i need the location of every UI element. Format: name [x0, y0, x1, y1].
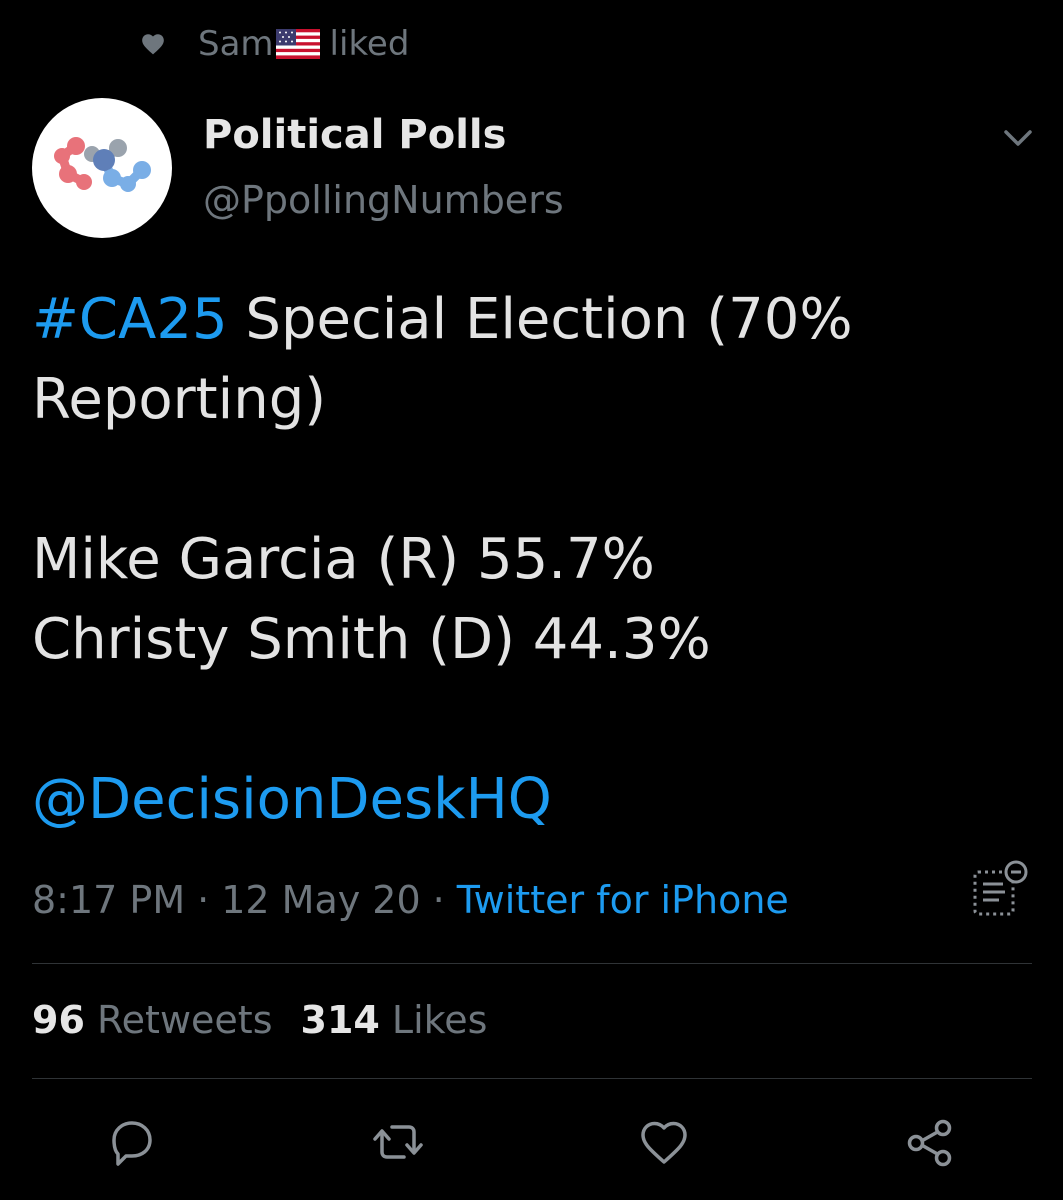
- reply-icon[interactable]: [104, 1114, 160, 1170]
- tweet-line-4: Christy Smith (D) 44.3%: [32, 607, 711, 672]
- tweet-source-link[interactable]: Twitter for iPhone: [457, 878, 789, 922]
- chevron-down-icon[interactable]: [996, 122, 1040, 154]
- social-context-action: liked: [329, 24, 410, 64]
- tweet-line-2: Reporting): [32, 367, 327, 432]
- tweet-line-1-text: Special Election (70%: [227, 287, 853, 352]
- divider: [32, 1078, 1032, 1079]
- like-icon[interactable]: [636, 1114, 692, 1170]
- share-icon[interactable]: [902, 1114, 958, 1170]
- tweet-text: #CA25 Special Election (70% Reporting) M…: [32, 280, 1032, 840]
- social-context-user[interactable]: Sam: [198, 24, 274, 64]
- mention-link[interactable]: @DecisionDeskHQ: [32, 767, 552, 832]
- tweet-time: 8:17 PM: [32, 878, 186, 922]
- likes-count: 314: [300, 998, 380, 1042]
- retweets-count: 96: [32, 998, 85, 1042]
- retweets-stat[interactable]: 96 Retweets: [32, 998, 273, 1042]
- tweet-meta: 8:17 PM · 12 May 20 · Twitter for iPhone: [32, 878, 789, 922]
- tweet-line-3: Mike Garcia (R) 55.7%: [32, 527, 655, 592]
- tweet-line-1: #CA25 Special Election (70%: [32, 280, 1032, 360]
- heart-icon: [142, 34, 164, 55]
- author-name[interactable]: Political Polls: [203, 112, 506, 158]
- avatar[interactable]: [32, 98, 172, 238]
- social-context: Sam liked: [140, 22, 409, 66]
- meta-separator: ·: [432, 878, 445, 922]
- likes-label: Likes: [391, 998, 488, 1042]
- tweet-date: 12 May 20: [221, 878, 421, 922]
- divider: [32, 963, 1032, 964]
- likes-stat[interactable]: 314 Likes: [301, 998, 488, 1042]
- retweets-label: Retweets: [96, 998, 273, 1042]
- retweet-icon[interactable]: [370, 1114, 426, 1170]
- political-polls-logo: [54, 137, 151, 192]
- author-handle[interactable]: @PpollingNumbers: [203, 178, 564, 222]
- translate-icon[interactable]: [966, 858, 1030, 922]
- meta-separator: ·: [197, 878, 210, 922]
- hashtag-link[interactable]: #CA25: [32, 287, 228, 352]
- us-flag-icon: [275, 29, 320, 59]
- tweet-stats: 96 Retweets 314 Likes: [32, 998, 487, 1042]
